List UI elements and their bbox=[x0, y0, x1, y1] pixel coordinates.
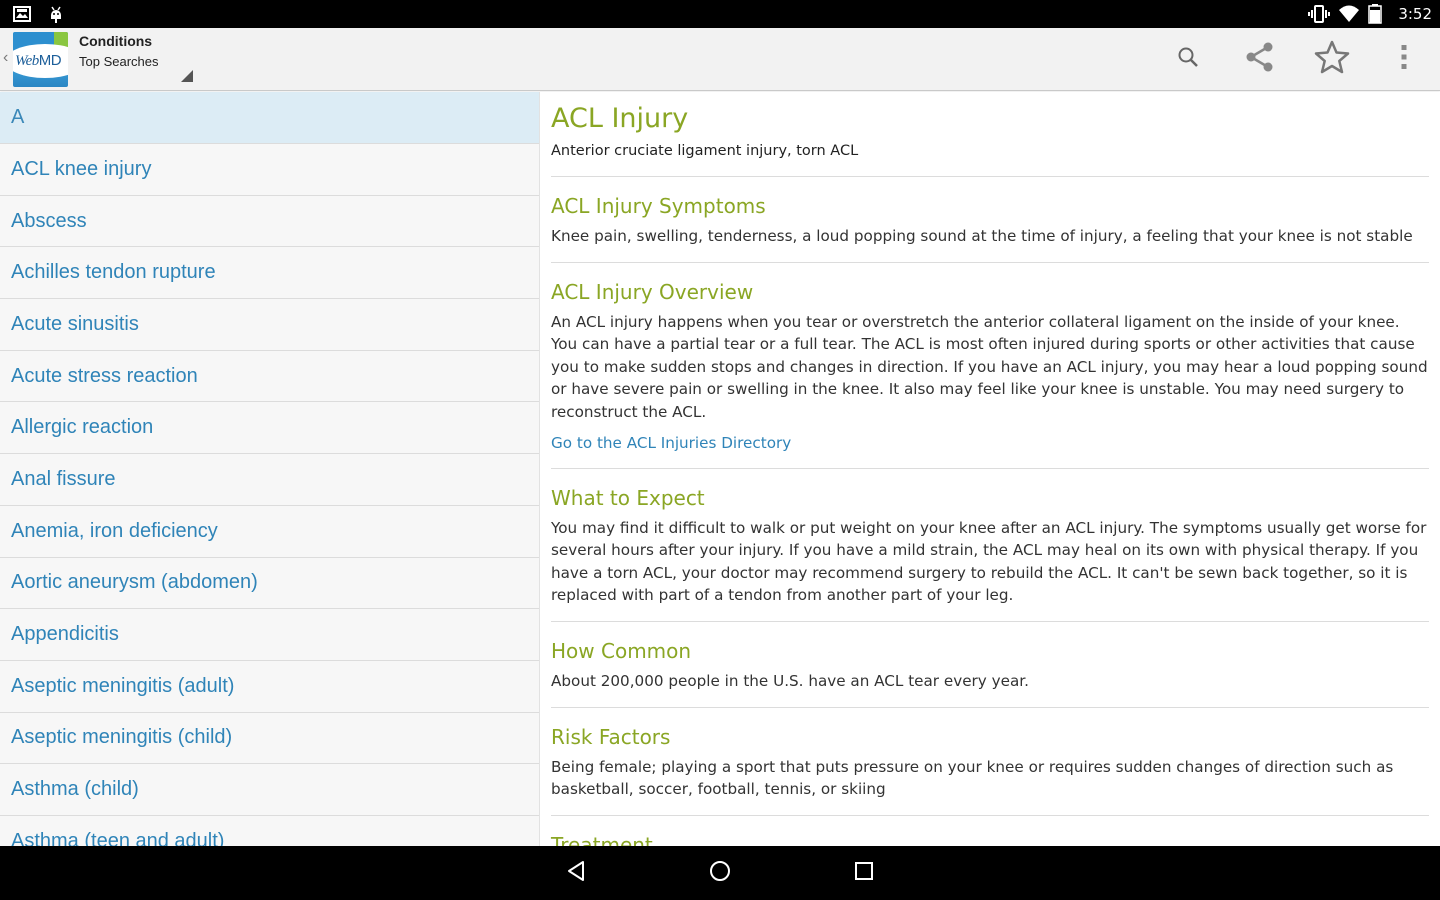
gallery-notification-icon bbox=[12, 4, 32, 24]
navigation-bar bbox=[0, 846, 1440, 900]
section-body: Being female; playing a sport that puts … bbox=[551, 757, 1394, 799]
chevron-left-icon: ‹ bbox=[3, 49, 9, 66]
detail-section: How Common About 200,000 people in the U.… bbox=[551, 620, 1429, 707]
share-icon bbox=[1244, 41, 1276, 78]
section-body: About 200,000 people in the U.S. have an… bbox=[551, 671, 1029, 690]
section-body: Knee pain, swelling, tenderness, a loud … bbox=[551, 227, 1413, 245]
list-section-header: A bbox=[0, 92, 539, 143]
detail-section: Risk Factors Being female; playing a spor… bbox=[551, 706, 1429, 815]
list-item[interactable]: Acute stress reaction bbox=[0, 349, 539, 402]
detail-section: ACL Injury Symptoms Knee pain, swelling, … bbox=[551, 176, 1429, 262]
list-item[interactable]: Abscess bbox=[0, 194, 539, 247]
condition-subtitle: Anterior cruciate ligament injury, torn … bbox=[551, 143, 859, 159]
star-icon bbox=[1314, 40, 1350, 79]
condition-title: ACL Injury bbox=[551, 103, 689, 134]
list-item[interactable]: Achilles tendon rupture bbox=[0, 246, 539, 299]
action-bar: ‹ WebMD Conditions Top Searches bbox=[0, 28, 1440, 91]
section-title: Risk Factors bbox=[551, 724, 671, 749]
list-item[interactable]: Anal fissure bbox=[0, 453, 539, 505]
android-debug-icon bbox=[46, 4, 66, 24]
spinner-triangle-icon bbox=[181, 70, 193, 82]
section-title: How Common bbox=[551, 638, 692, 663]
battery-icon bbox=[1368, 4, 1388, 24]
recents-icon bbox=[854, 861, 874, 886]
back-icon bbox=[565, 860, 587, 887]
overflow-menu-button[interactable] bbox=[1368, 28, 1440, 91]
home-icon bbox=[709, 860, 731, 887]
detail-section: ACL Injury Overview An ACL injury happens… bbox=[551, 261, 1429, 468]
list-item[interactable]: Appendicitis bbox=[0, 608, 539, 660]
directory-link[interactable]: Go to the ACL Injuries Directory bbox=[551, 432, 791, 454]
action-bar-title: Conditions bbox=[79, 33, 153, 49]
list-item[interactable]: Aseptic meningitis (child) bbox=[0, 711, 539, 764]
status-bar: 3:52 bbox=[0, 0, 1440, 28]
back-button[interactable] bbox=[536, 846, 616, 900]
status-time: 3:52 bbox=[1398, 5, 1432, 23]
conditions-list[interactable]: A ACL knee injury Abscess Achilles tendon … bbox=[0, 92, 540, 846]
vibrate-icon bbox=[1308, 4, 1331, 24]
favorite-button[interactable] bbox=[1296, 28, 1368, 91]
detail-section: Treatment bbox=[551, 814, 1429, 846]
section-body: You may find it difficult to walk or put… bbox=[551, 518, 1427, 605]
search-icon bbox=[1176, 45, 1200, 74]
section-title: ACL Injury Overview bbox=[551, 279, 754, 304]
list-item[interactable]: Allergic reaction bbox=[0, 401, 539, 454]
webmd-logo: WebMD bbox=[13, 32, 68, 87]
action-bar-subtitle: Top Searches bbox=[79, 54, 159, 69]
list-item[interactable]: Anemia, iron deficiency bbox=[0, 504, 539, 557]
list-item[interactable]: Asthma (child) bbox=[0, 763, 539, 815]
list-item[interactable]: ACL knee injury bbox=[0, 143, 539, 195]
search-button[interactable] bbox=[1152, 28, 1224, 91]
share-button[interactable] bbox=[1224, 28, 1296, 91]
section-title: What to Expect bbox=[551, 485, 705, 510]
list-item[interactable]: Asthma (teen and adult) bbox=[0, 814, 539, 846]
list-item[interactable]: Acute sinusitis bbox=[0, 298, 539, 350]
recents-button[interactable] bbox=[824, 846, 904, 900]
wifi-icon bbox=[1338, 4, 1360, 24]
home-button[interactable] bbox=[680, 846, 760, 900]
section-body: An ACL injury happens when you tear or o… bbox=[551, 312, 1428, 421]
list-item[interactable]: Aortic aneurysm (abdomen) bbox=[0, 556, 539, 609]
section-title: ACL Injury Symptoms bbox=[551, 194, 766, 218]
condition-detail[interactable]: ACL Injury Anterior cruciate ligament in… bbox=[540, 92, 1440, 846]
list-item[interactable]: Aseptic meningitis (adult) bbox=[0, 659, 539, 712]
overflow-menu-icon bbox=[1400, 44, 1408, 75]
section-title: Treatment bbox=[551, 832, 653, 846]
detail-section: What to Expect You may find it difficult … bbox=[551, 467, 1429, 621]
